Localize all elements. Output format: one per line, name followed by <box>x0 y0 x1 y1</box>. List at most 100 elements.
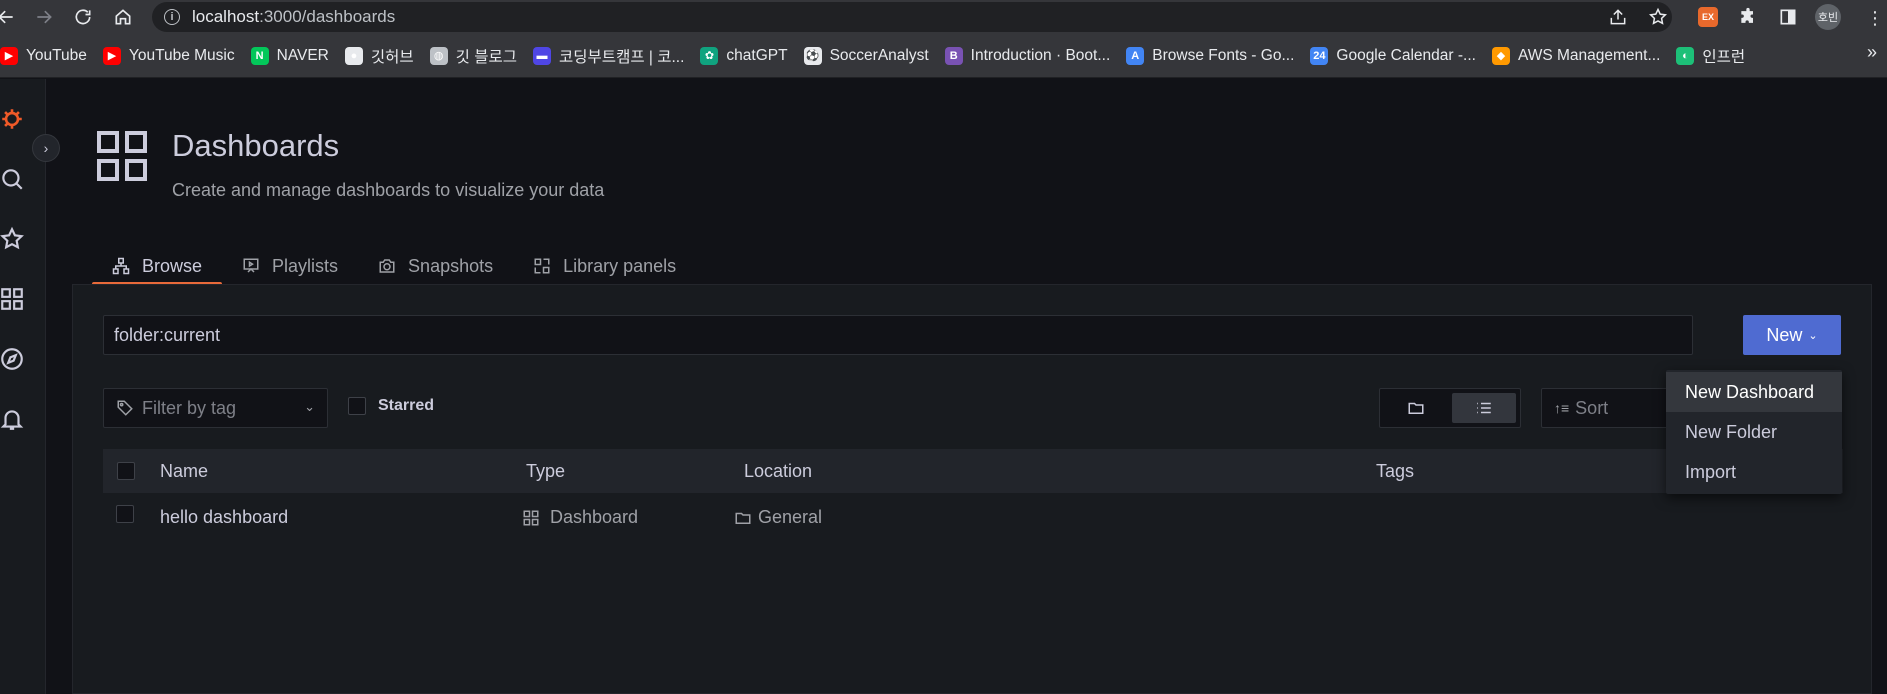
tab-playlists-label: Playlists <box>272 255 339 276</box>
tab-playlists[interactable]: Playlists <box>222 248 358 284</box>
grafana-logo-icon[interactable] <box>0 104 27 134</box>
column-name[interactable]: Name <box>160 461 208 482</box>
bookmark-label: 깃 블로그 <box>455 48 518 66</box>
chevron-down-icon: ⌄ <box>1808 329 1818 342</box>
column-type: Type <box>526 461 566 481</box>
bookmark-item[interactable]: ▬ 코딩부트캠프 | 코... <box>525 42 692 70</box>
back-arrow-icon[interactable] <box>0 5 18 29</box>
row-type-label: Dashboard <box>550 507 639 527</box>
folder-icon <box>735 512 751 524</box>
starred-icon[interactable] <box>0 224 27 254</box>
list-view-icon[interactable] <box>1452 393 1516 423</box>
table-header: Name Type Location Tags <box>103 449 1843 493</box>
bootcamp-icon: ▬ <box>533 46 552 65</box>
browser-toolbar: i localhost:3000/dashboards EX 호빈 ⋮ <box>0 0 1887 34</box>
page-title: Dashboards <box>172 128 340 163</box>
sort-select[interactable]: ↑≡ Sort <box>1541 388 1681 428</box>
bookmark-item[interactable]: N NAVER <box>243 42 337 70</box>
tab-browse-label: Browse <box>142 255 203 276</box>
search-input[interactable]: folder:current <box>103 315 1693 355</box>
extensions-puzzle-icon[interactable] <box>1736 5 1760 29</box>
forward-arrow-icon[interactable] <box>32 5 56 29</box>
tab-snapshots[interactable]: Snapshots <box>358 248 513 284</box>
bookmark-item[interactable]: B Introduction · Boot... <box>937 42 1119 70</box>
expand-menu-chevron-icon[interactable]: › <box>32 134 60 162</box>
bookmark-label: Google Calendar -... <box>1336 46 1476 64</box>
google-calendar-icon: 24 <box>1310 46 1329 65</box>
tab-browse[interactable]: Browse <box>92 248 223 286</box>
starred-checkbox[interactable] <box>348 397 366 415</box>
google-fonts-icon: A <box>1126 46 1145 65</box>
bookmark-star-icon[interactable] <box>1646 5 1670 29</box>
tag-filter-placeholder: Filter by tag <box>142 397 237 418</box>
bookmarks-bar: ▶ YouTube ▶ YouTube Music N NAVER ● 깃허브 ◍ 깃 블로그 ▬ 코… <box>0 34 1887 78</box>
bookmark-item[interactable]: ✿ chatGPT <box>692 42 795 70</box>
alerting-bell-icon[interactable] <box>0 404 27 434</box>
menu-item-import[interactable]: Import <box>1666 452 1842 492</box>
extension-ex-icon[interactable]: EX <box>1698 7 1718 27</box>
tab-library-panels[interactable]: Library panels <box>513 248 696 284</box>
page-tabs: Browse Playlists Snapshots Library panel… <box>92 248 696 286</box>
browse-icon <box>112 257 130 275</box>
new-button-label: New <box>1766 324 1803 345</box>
bookmark-item[interactable]: ● 깃허브 <box>337 42 422 70</box>
bookmark-label: 인프런 <box>1702 48 1746 66</box>
sort-icon: ↑≡ <box>1554 400 1570 416</box>
bookmark-item[interactable]: A Browse Fonts - Go... <box>1118 42 1302 70</box>
folder-view-icon[interactable] <box>1384 393 1448 423</box>
table-row[interactable]: hello dashboard Dashboard General <box>103 495 1843 539</box>
github-icon: ● <box>344 46 363 65</box>
side-panel-icon[interactable] <box>1776 5 1800 29</box>
menu-item-new-dashboard[interactable]: New Dashboard <box>1666 372 1842 412</box>
playlist-icon <box>242 257 260 275</box>
dashboards-page-icon <box>97 131 147 181</box>
naver-icon: N <box>250 46 269 65</box>
bootstrap-icon: B <box>944 46 963 65</box>
dashboard-type-icon <box>523 510 539 525</box>
explore-compass-icon[interactable] <box>0 344 27 374</box>
tab-library-panels-label: Library panels <box>563 255 677 276</box>
bookmark-label: Introduction · Boot... <box>970 46 1111 64</box>
profile-avatar[interactable]: 호빈 <box>1815 4 1841 30</box>
bookmark-item[interactable]: ▶ YouTube Music <box>95 42 243 70</box>
bookmark-item[interactable]: ◆ AWS Management... <box>1484 42 1668 70</box>
bookmark-label: 깃허브 <box>370 48 414 66</box>
tag-filter[interactable]: Filter by tag ⌄ <box>103 388 328 428</box>
bookmark-label: 코딩부트캠프 | 코... <box>559 48 685 66</box>
dashboard-name-link[interactable]: hello dashboard <box>160 507 288 528</box>
bookmark-item[interactable]: ⚽ SoccerAnalyst <box>796 42 937 70</box>
share-icon[interactable] <box>1606 5 1630 29</box>
bookmark-item[interactable]: ◍ 깃 블로그 <box>422 42 525 70</box>
menu-item-new-folder[interactable]: New Folder <box>1666 412 1842 452</box>
home-icon[interactable] <box>111 5 135 29</box>
reload-icon[interactable] <box>71 5 95 29</box>
row-location[interactable]: General <box>734 507 822 528</box>
site-info-icon[interactable]: i <box>164 9 180 25</box>
tab-snapshots-label: Snapshots <box>408 255 494 276</box>
library-panels-icon <box>533 257 551 275</box>
inflearn-icon: ◐ <box>1676 46 1695 65</box>
address-bar[interactable]: i localhost:3000/dashboards <box>152 2 1672 32</box>
dashboards-icon[interactable] <box>0 284 27 314</box>
browser-menu-icon[interactable]: ⋮ <box>1866 8 1884 29</box>
bookmark-label: NAVER <box>276 46 329 64</box>
youtube-music-icon: ▶ <box>102 46 121 65</box>
bookmark-item[interactable]: ▶ YouTube <box>0 42 95 70</box>
bookmark-label: chatGPT <box>726 46 788 64</box>
bookmark-label: YouTube Music <box>128 46 235 64</box>
new-button[interactable]: New ⌄ <box>1743 315 1841 355</box>
more-bookmarks-icon[interactable]: » <box>1867 42 1877 63</box>
bookmark-item[interactable]: 24 Google Calendar -... <box>1302 42 1484 70</box>
side-menu <box>0 79 46 694</box>
bookmark-label: YouTube <box>26 46 87 64</box>
bookmark-item[interactable]: ◐ 인프런 <box>1668 42 1753 70</box>
sort-placeholder: Sort <box>1575 397 1609 418</box>
column-location: Location <box>744 461 813 481</box>
youtube-icon: ▶ <box>0 46 18 65</box>
search-icon[interactable] <box>0 164 27 194</box>
starred-label: Starred <box>378 397 435 414</box>
select-all-checkbox[interactable] <box>117 462 135 480</box>
chevron-down-icon: ⌄ <box>304 399 315 414</box>
row-checkbox[interactable] <box>116 505 134 523</box>
row-location-label: General <box>758 507 823 527</box>
